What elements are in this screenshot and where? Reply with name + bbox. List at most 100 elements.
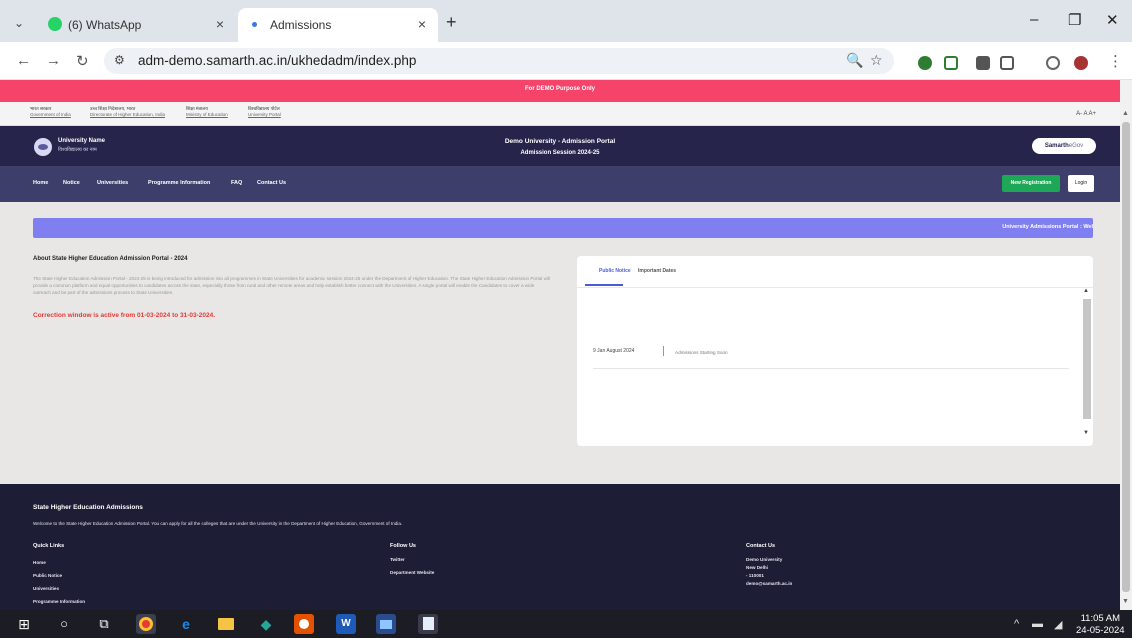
footer-link-universities[interactable]: Universities	[33, 586, 59, 591]
tab-admissions[interactable]: Admissions ×	[238, 8, 438, 42]
scroll-down-icon[interactable]: ▼	[1083, 430, 1089, 436]
scroll-down-icon[interactable]: ▼	[1122, 598, 1129, 605]
back-icon[interactable]: ←	[16, 52, 31, 69]
nav-programme-information[interactable]: Programme Information	[148, 180, 210, 186]
about-heading: About State Higher Education Admission P…	[33, 256, 188, 262]
contact-line: New Delhi	[746, 565, 768, 570]
gov-link-ministry[interactable]: शिक्षा मंत्रालय Ministry of Education	[186, 106, 228, 118]
profile-outline-icon[interactable]	[1046, 56, 1060, 70]
notice-date: 9 Jan August 2024	[593, 348, 635, 354]
tab-close-icon[interactable]: ×	[418, 16, 426, 32]
web-page: For DEMO Purpose Only भारत सरकार Governm…	[0, 80, 1120, 610]
footer-title: State Higher Education Admissions	[33, 504, 143, 511]
reload-icon[interactable]: ↻	[76, 52, 89, 70]
footer-link-programme-information[interactable]: Programme Information	[33, 599, 85, 604]
font-size-controls[interactable]: A- A A+	[1076, 111, 1096, 117]
announcement-ticker: University Admissions Portal : Wel	[33, 218, 1093, 238]
avatar[interactable]	[1074, 56, 1088, 70]
nav-faq[interactable]: FAQ	[231, 180, 242, 186]
footer-link-department-website[interactable]: Department Website	[390, 570, 434, 575]
extension-puzzle-badge-icon[interactable]	[976, 56, 990, 70]
browser-tab-bar: ⌄ (6) WhatsApp × Admissions × + – ❐ ✕	[0, 0, 1132, 42]
zoom-icon[interactable]: 🔍	[846, 52, 863, 69]
word-icon[interactable]: W	[336, 614, 356, 634]
gov-link-directorate[interactable]: उच्च शिक्षा निदेशालय, भारत Directorate o…	[90, 106, 165, 118]
notepad-icon[interactable]	[418, 614, 438, 634]
page-scroll-thumb[interactable]	[1122, 122, 1130, 592]
scroll-thumb[interactable]	[1083, 299, 1091, 419]
bookmark-star-icon[interactable]: ☆	[870, 52, 883, 69]
tab-important-dates[interactable]: Important Dates	[638, 268, 676, 274]
gov-link-university-portal[interactable]: विश्वविद्यालय पोर्टल University Portal	[248, 106, 281, 118]
demo-banner: For DEMO Purpose Only	[0, 80, 1120, 102]
extension-green-icon[interactable]	[918, 56, 932, 70]
tab-public-notice[interactable]: Public Notice	[599, 268, 631, 274]
system-clock[interactable]: 11:05 AM 24-05-2024	[1076, 613, 1125, 637]
whatsapp-icon	[48, 17, 62, 31]
contact-us-heading: Contact Us	[746, 543, 776, 549]
new-tab-button[interactable]: +	[446, 12, 457, 33]
photos-icon[interactable]	[376, 614, 396, 634]
gov-link-english: Directorate of Higher Education, India	[90, 112, 166, 117]
samarth-brand-sub: eGov	[1068, 143, 1084, 149]
tab-search-chevron-icon[interactable]: ⌄	[8, 12, 30, 34]
gov-link-hindi: शिक्षा मंत्रालय	[186, 106, 208, 111]
tab-title: (6) WhatsApp	[68, 18, 142, 32]
nav-home[interactable]: Home	[33, 180, 48, 186]
task-view-icon[interactable]: ⧉	[94, 614, 114, 634]
footer-link-twitter[interactable]: Twitter	[390, 557, 405, 562]
tray-chevron-icon[interactable]: ^	[1014, 618, 1019, 630]
close-window-button[interactable]: ✕	[1106, 11, 1119, 29]
forward-icon[interactable]: →	[46, 52, 61, 69]
windows-taskbar: ⊞ ○ ⧉ e ◆ W ^ ▬ ◢ 11:05 AM 24-05-2024	[0, 610, 1132, 638]
footer-description: Welcome to the State Higher Education Ad…	[33, 521, 403, 526]
orange-app-icon[interactable]	[294, 614, 314, 634]
contact-email[interactable]: demo@samarth.ac.in	[746, 581, 792, 586]
browser-toolbar: ← → ↻ ⚙ adm-demo.samarth.ac.in/ukhedadm/…	[0, 42, 1132, 80]
url-text[interactable]: adm-demo.samarth.ac.in/ukhedadm/index.ph…	[138, 53, 416, 68]
nav-notice[interactable]: Notice	[63, 180, 80, 186]
restore-button[interactable]: ❐	[1068, 11, 1081, 29]
edge-icon[interactable]: e	[176, 614, 196, 634]
scroll-up-icon[interactable]: ▲	[1083, 288, 1089, 294]
nav-universities[interactable]: Universities	[97, 180, 128, 186]
tab-close-icon[interactable]: ×	[216, 16, 224, 32]
battery-icon[interactable]: ▬	[1032, 618, 1043, 630]
login-button[interactable]: Login	[1068, 175, 1094, 192]
windows-start-icon[interactable]: ⊞	[14, 614, 34, 634]
chrome-icon[interactable]	[136, 614, 156, 634]
gov-link-hindi: विश्वविद्यालय पोर्टल	[248, 106, 280, 111]
footer-link-public-notice[interactable]: Public Notice	[33, 573, 62, 578]
notice-scrollbar[interactable]: ▲ ▼	[1080, 288, 1092, 438]
site-header: University Name विश्वविद्यालय का नाम Dem…	[0, 126, 1120, 166]
nav-contact-us[interactable]: Contact Us	[257, 180, 286, 186]
menu-kebab-icon[interactable]: ⋮	[1108, 52, 1123, 70]
wifi-icon[interactable]: ◢	[1054, 618, 1062, 631]
gov-link-english: University Portal	[248, 112, 281, 117]
samarth-logo[interactable]: SamartheGov	[1032, 138, 1096, 154]
demo-banner-text: For DEMO Purpose Only	[524, 86, 595, 92]
extension-leaf-icon[interactable]	[944, 56, 958, 70]
gov-link-hindi: उच्च शिक्षा निदेशालय, भारत	[90, 106, 136, 111]
gov-link-english: Ministry of Education	[186, 112, 228, 117]
search-icon[interactable]: ○	[54, 614, 74, 634]
loading-dot-icon	[252, 22, 257, 27]
app-icon[interactable]: ◆	[256, 614, 276, 634]
minimize-button[interactable]: –	[1030, 11, 1038, 28]
clock-time: 11:05 AM	[1080, 613, 1121, 624]
page-scrollbar[interactable]: ▲ ▼	[1120, 80, 1132, 610]
tab-title: Admissions	[270, 18, 332, 32]
file-explorer-icon[interactable]	[216, 614, 236, 634]
scroll-up-icon[interactable]: ▲	[1122, 110, 1129, 117]
gov-link-india[interactable]: भारत सरकार Government of India	[30, 106, 71, 118]
tab-whatsapp[interactable]: (6) WhatsApp ×	[36, 8, 236, 42]
extensions-icon[interactable]	[1000, 56, 1014, 70]
footer-link-home[interactable]: Home	[33, 560, 46, 565]
notice-title-link[interactable]: Admissions Starting Soon	[675, 350, 728, 355]
admission-session: Admission Session 2024-25	[520, 150, 600, 156]
new-registration-button[interactable]: New Registration	[1002, 175, 1060, 192]
address-bar[interactable]: ⚙ adm-demo.samarth.ac.in/ukhedadm/index.…	[104, 48, 894, 74]
site-navbar: Home Notice Universities Programme Infor…	[0, 166, 1120, 202]
ticker-text: University Admissions Portal : Wel	[1002, 224, 1093, 230]
site-info-icon[interactable]: ⚙	[114, 53, 125, 67]
